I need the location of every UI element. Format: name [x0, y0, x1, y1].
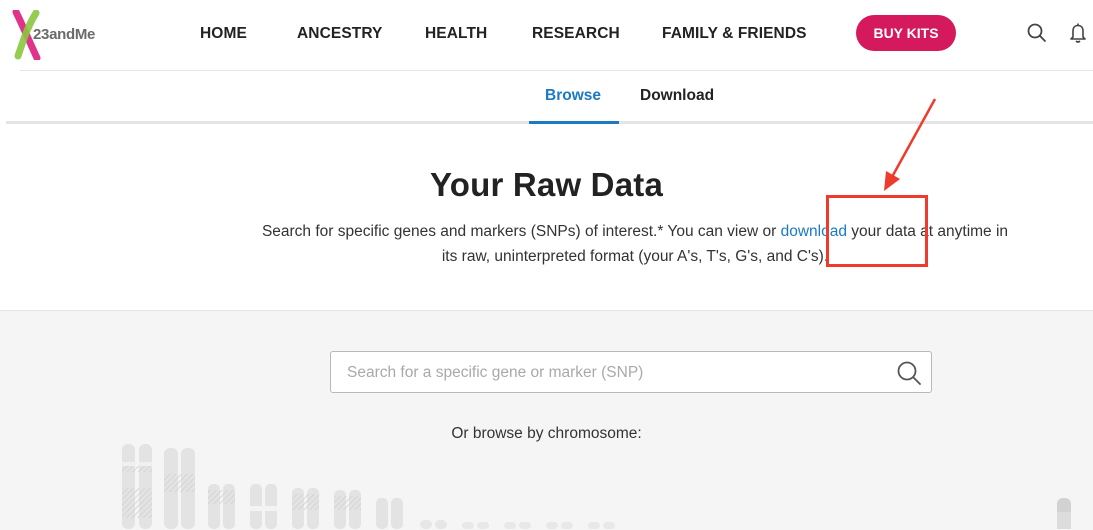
chromosome-5[interactable]	[292, 488, 319, 529]
snp-search-input[interactable]	[345, 352, 889, 394]
chromosome-2[interactable]	[164, 448, 195, 529]
tab-browse[interactable]: Browse	[545, 87, 601, 105]
chromosome-9[interactable]	[462, 522, 489, 529]
chromosome-4[interactable]	[250, 484, 277, 529]
brand-name: 23andMe	[33, 26, 96, 43]
chromosome-11[interactable]	[546, 522, 573, 529]
nav-ancestry[interactable]: ANCESTRY	[297, 25, 382, 43]
chromosome-browser	[122, 444, 1071, 529]
chromosome-1[interactable]	[122, 444, 152, 529]
annotation-highlight-box	[826, 195, 928, 267]
search-submit-icon[interactable]	[895, 359, 923, 387]
nav-research[interactable]: RESEARCH	[532, 25, 620, 43]
chromosome-6[interactable]	[334, 490, 361, 529]
bell-icon[interactable]	[1067, 22, 1089, 44]
active-tab-indicator	[529, 121, 619, 124]
chromosome-3[interactable]	[208, 484, 235, 529]
description-text-start: Search for specific genes and markers (S…	[261, 223, 781, 240]
nav-home[interactable]: HOME	[200, 25, 247, 43]
top-navigation: 23andMe HOME ANCESTRY HEALTH RESEARCH FA…	[0, 0, 1093, 70]
annotation-arrow-icon	[884, 98, 937, 191]
tab-download[interactable]: Download	[640, 87, 714, 105]
chromosome-10[interactable]	[504, 522, 531, 529]
nav-health[interactable]: HEALTH	[425, 25, 487, 43]
search-icon[interactable]	[1026, 22, 1048, 44]
chromosome-y[interactable]	[1057, 498, 1071, 529]
nav-family-friends[interactable]: FAMILY & FRIENDS	[662, 25, 807, 43]
brand-logo[interactable]: 23andMe	[12, 10, 122, 60]
buy-kits-button[interactable]: BUY KITS	[856, 15, 956, 51]
chromosome-8[interactable]	[420, 520, 447, 529]
nav-divider	[20, 70, 1093, 71]
chromosome-12[interactable]	[588, 522, 615, 529]
chromosome-7[interactable]	[376, 498, 403, 529]
snp-search-box	[330, 351, 932, 394]
